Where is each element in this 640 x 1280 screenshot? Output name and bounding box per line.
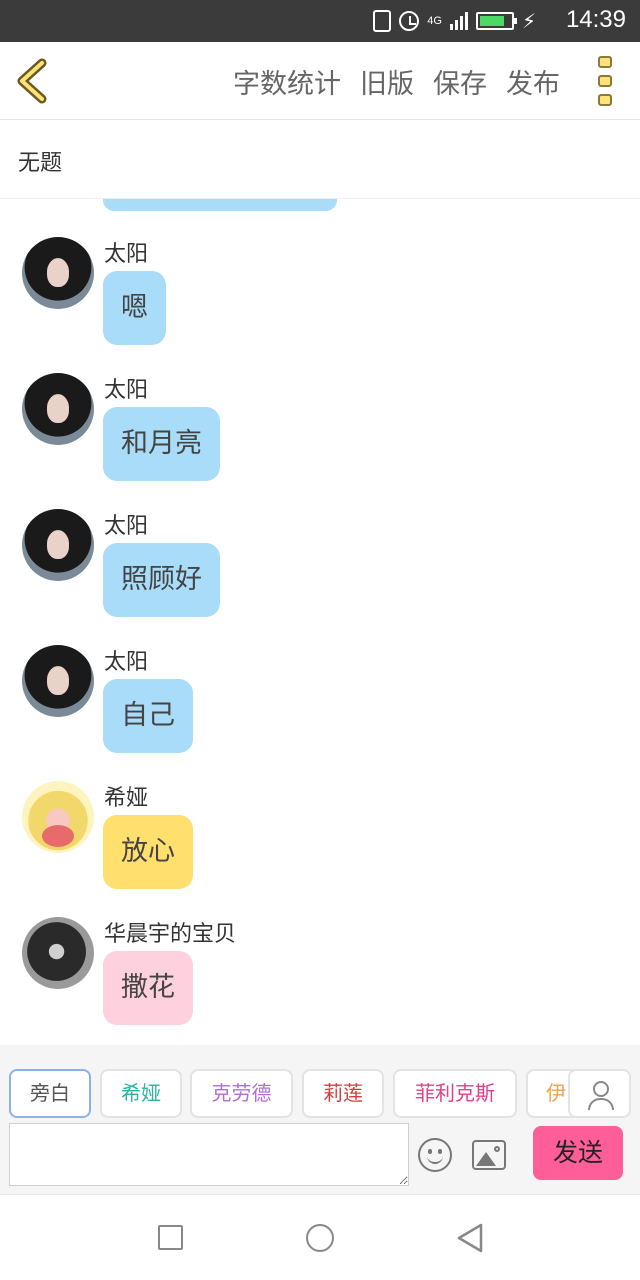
story-title-row[interactable]: 无题 [0, 121, 640, 199]
battery-level [479, 16, 504, 26]
vibrate-icon [373, 10, 392, 32]
message-input[interactable] [9, 1123, 409, 1186]
publish-button[interactable]: 发布 [506, 62, 560, 101]
message-bubble[interactable]: 嗯 [103, 271, 166, 345]
charging-icon: ⚡ [521, 9, 536, 33]
message-bubble[interactable]: 和月亮 [103, 407, 220, 481]
status-bar: 4G ⚡ 14:39 [0, 0, 640, 42]
message-item[interactable]: 太阳嗯 [0, 199, 640, 345]
message-item[interactable]: 华晨宇的宝贝 撒花 [0, 879, 640, 1025]
status-time: 14:39 [565, 6, 626, 33]
nav-back-icon[interactable] [456, 1223, 484, 1253]
sender-name: 太阳 [104, 650, 149, 675]
person-icon[interactable] [568, 1069, 631, 1118]
message-item[interactable]: 太阳 照顾好 [0, 471, 640, 617]
sender-name: 太阳 [104, 378, 149, 403]
nav-home-icon[interactable] [306, 1224, 334, 1252]
message-item[interactable]: 太阳 和月亮 [0, 335, 640, 481]
avatar[interactable] [22, 509, 94, 581]
sender-name: 太阳 [104, 514, 149, 539]
input-row: 发送 [0, 1120, 640, 1194]
network-type-label: 4G [427, 15, 442, 27]
word-count-button[interactable]: 字数统计 [233, 62, 341, 101]
avatar[interactable] [22, 237, 94, 309]
system-nav-bar [0, 1194, 640, 1280]
signal-icon [449, 12, 468, 30]
character-chip[interactable]: 莉莲 [302, 1069, 384, 1118]
character-chip[interactable]: 菲利克斯 [393, 1069, 517, 1118]
toolbar-actions: 字数统计 旧版 保存 发布 [233, 62, 560, 101]
send-button[interactable]: 发送 [533, 1126, 623, 1180]
avatar[interactable] [22, 645, 94, 717]
message-bubble[interactable]: 照顾好 [103, 543, 220, 617]
image-icon[interactable] [472, 1140, 506, 1170]
character-chip[interactable]: 旁白 [9, 1069, 91, 1118]
back-arrow-icon[interactable] [14, 58, 54, 104]
chat-area[interactable]: 太阳嗯太阳 和月亮 太阳 照顾好 太阳 自己 希娅 放心 华晨宇的宝贝 撒花 [0, 199, 640, 1045]
toolbar: 字数统计 旧版 保存 发布 [0, 42, 640, 120]
sender-name: 希娅 [104, 786, 149, 811]
avatar[interactable] [22, 917, 94, 989]
message-bubble[interactable]: 撒花 [103, 951, 193, 1025]
old-version-button[interactable]: 旧版 [360, 62, 414, 101]
alarm-icon [399, 11, 420, 31]
character-chip[interactable]: 希娅 [100, 1069, 182, 1118]
sender-name: 太阳 [104, 242, 149, 267]
more-menu-icon[interactable] [598, 56, 614, 106]
message-bubble[interactable]: 自己 [103, 679, 193, 753]
message-bubble[interactable]: 放心 [103, 815, 193, 889]
message-item[interactable]: 希娅 放心 [0, 743, 640, 889]
sender-name: 华晨宇的宝贝 [104, 922, 237, 947]
emoji-icon[interactable] [418, 1138, 452, 1172]
avatar[interactable] [22, 373, 94, 445]
battery-icon [475, 12, 517, 30]
character-chip[interactable]: 克劳德 [190, 1069, 293, 1118]
avatar[interactable] [22, 781, 94, 853]
save-button[interactable]: 保存 [433, 62, 487, 101]
story-title: 无题 [18, 151, 63, 176]
character-selector: 旁白 希娅 克劳德 莉莲 菲利克斯伊 [0, 1045, 640, 1120]
message-item[interactable]: 太阳 自己 [0, 607, 640, 753]
status-icons: 4G ⚡ [373, 9, 536, 33]
nav-recent-icon[interactable] [158, 1225, 183, 1250]
